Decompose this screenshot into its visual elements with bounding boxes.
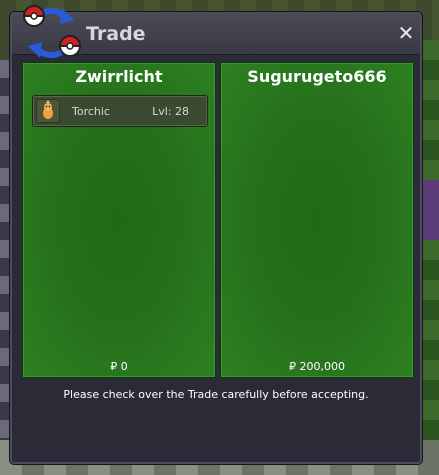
- pokemon-name: Torchic: [72, 105, 110, 118]
- player-name: Sugurugeto666: [247, 67, 387, 86]
- pokemon-level: Lvl: 28: [152, 105, 189, 118]
- window-title: Trade: [86, 23, 146, 45]
- trade-item-slot[interactable]: Torchic Lvl: 28: [32, 95, 208, 127]
- offered-money: ₽ 0: [110, 360, 128, 373]
- trade-warning-text: Please check over the Trade carefully be…: [63, 388, 369, 401]
- trade-swap-icon: [22, 5, 82, 59]
- trade-panel-self: Zwirrlicht Torchic Lvl: 28 ₽ 0: [22, 62, 216, 378]
- close-icon[interactable]: ✕: [396, 23, 416, 43]
- torchic-sprite-icon: [36, 99, 60, 123]
- offered-money: ₽ 200,000: [289, 360, 345, 373]
- player-name: Zwirrlicht: [75, 67, 163, 86]
- trade-panel-partner: Sugurugeto666 ₽ 200,000: [220, 62, 414, 378]
- trade-window: Trade ✕ Zwirrlicht Torchic Lvl: 28 ₽ 0 S…: [10, 5, 422, 464]
